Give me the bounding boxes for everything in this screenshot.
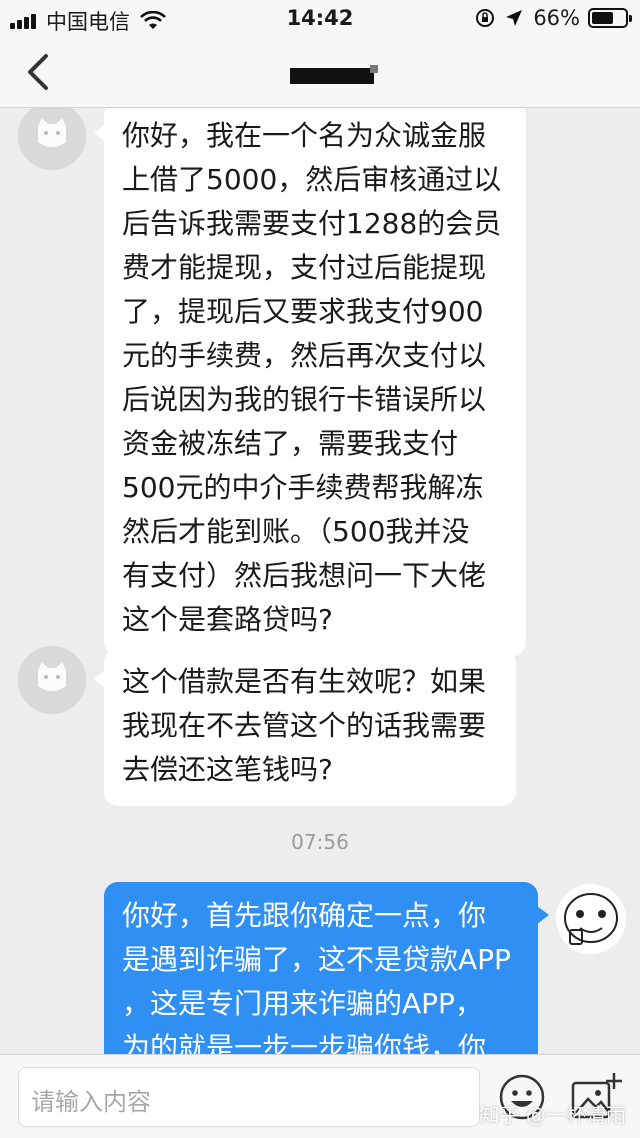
- chat-area[interactable]: 你好，我在一个名为众诚金服 上借了5000，然后审核通过以 后告诉我需要支付12…: [0, 108, 640, 1054]
- message-bubble[interactable]: 你好，首先跟你确定一点，你 是遇到诈骗了，这不是贷款APP ，这是专门用来诈骗的…: [104, 882, 549, 1054]
- nav-bar: [0, 40, 640, 108]
- avatar[interactable]: [18, 108, 86, 170]
- back-button[interactable]: [18, 50, 62, 94]
- location-arrow-icon: [506, 10, 523, 26]
- message-timestamp: 07:56: [291, 830, 349, 854]
- message-input[interactable]: 请输入内容: [18, 1067, 480, 1127]
- input-bar: 请输入内容 知乎 @一杯清雨: [0, 1054, 640, 1138]
- battery-icon: [588, 8, 632, 28]
- message-bubble[interactable]: 你好，我在一个名为众诚金服 上借了5000，然后审核通过以 后告诉我需要支付12…: [94, 108, 526, 656]
- status-bar: 中国电信 14:42 66%: [0, 0, 640, 40]
- default-avatar-icon: [18, 646, 86, 714]
- avatar[interactable]: [18, 646, 86, 714]
- battery-percent: 66%: [533, 6, 580, 30]
- nav-title-redacted: [290, 65, 378, 84]
- status-right: 66%: [475, 6, 632, 30]
- default-avatar-icon: [18, 108, 86, 170]
- watermark: 知乎 @一杯清雨: [479, 1103, 626, 1127]
- orientation-lock-icon: [476, 9, 495, 27]
- battery-fill: [592, 12, 614, 24]
- meme-face-avatar-icon: [556, 884, 626, 954]
- my-avatar[interactable]: [556, 884, 626, 954]
- message-bubble[interactable]: 这个借款是否有生效呢？如果 我现在不去管这个的话我需要 去偿还这笔钱吗?: [94, 648, 516, 806]
